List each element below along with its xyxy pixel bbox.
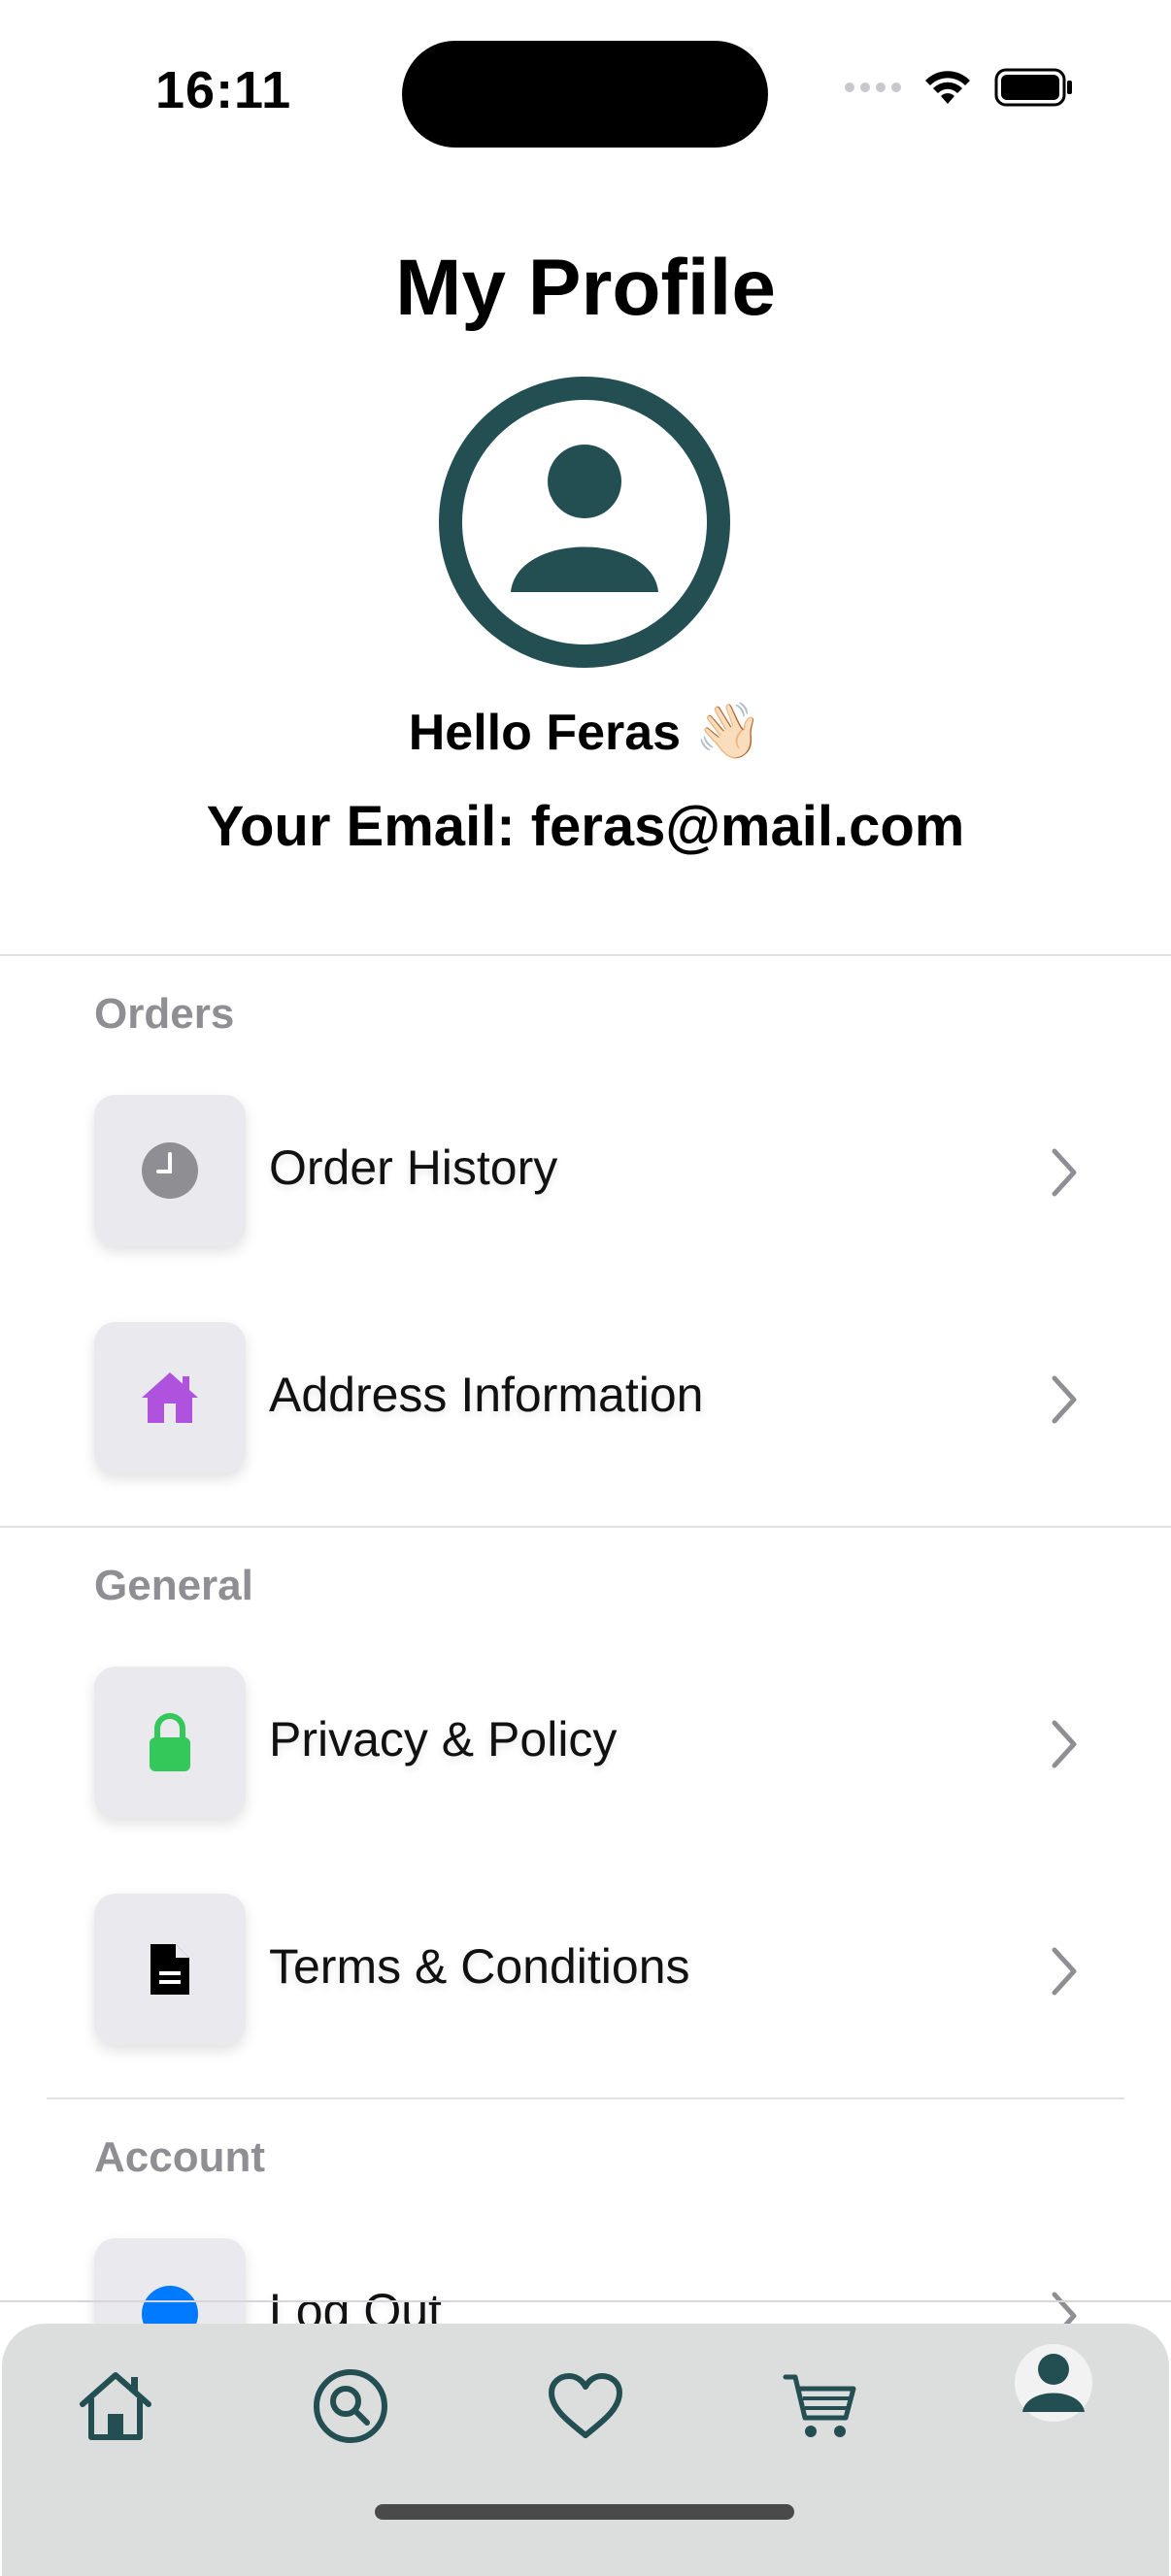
heart-icon: [549, 2373, 622, 2438]
terms-conditions-row[interactable]: Terms & Conditions: [0, 1894, 1171, 2049]
chevron-right-icon: [1052, 1375, 1077, 1424]
tab-search[interactable]: [297, 2353, 404, 2460]
tab-profile[interactable]: [1000, 2329, 1107, 2436]
cellular-signal-icon: [845, 83, 901, 92]
tab-bar-divider: [0, 2300, 1171, 2302]
section-divider: [47, 2097, 1124, 2099]
privacy-policy-tile: [94, 1667, 246, 1818]
person-circle-icon[interactable]: [439, 377, 730, 668]
clock-icon: [142, 1142, 198, 1199]
order-history-row[interactable]: Order History: [0, 1095, 1171, 1250]
status-icons: [845, 68, 1074, 107]
section-title-orders: Orders: [94, 990, 235, 1038]
section-title-general: General: [94, 1562, 253, 1609]
address-information-tile: [94, 1322, 246, 1473]
waving-hand-emoji: 👋🏻: [694, 700, 763, 761]
search-icon: [314, 2369, 387, 2443]
tab-favorites[interactable]: [532, 2353, 639, 2460]
privacy-policy-row[interactable]: Privacy & Policy: [0, 1667, 1171, 1822]
chevron-right-icon: [1052, 1720, 1077, 1768]
home-icon: [80, 2372, 151, 2440]
greeting-text: Hello Feras: [408, 705, 682, 761]
tab-home[interactable]: [62, 2353, 169, 2460]
battery-icon: [994, 68, 1072, 107]
privacy-policy-label: Privacy & Policy: [269, 1712, 618, 1767]
tab-cart[interactable]: [767, 2353, 874, 2460]
chevron-right-icon: [1052, 1148, 1077, 1197]
dynamic-island: [402, 41, 768, 148]
greeting: Hello Feras 👋🏻: [0, 699, 1171, 763]
page-title: My Profile: [395, 244, 776, 332]
document-icon: [151, 1944, 189, 1995]
profile-icon: [1015, 2344, 1092, 2422]
address-information-label: Address Information: [269, 1368, 704, 1422]
status-time: 16:11: [155, 61, 292, 119]
email-line: Your Email: feras@mail.com: [206, 795, 965, 858]
address-information-row[interactable]: Address Information: [0, 1322, 1171, 1477]
section-divider: [0, 1526, 1171, 1528]
terms-conditions-tile: [94, 1894, 246, 2045]
section-divider: [0, 954, 1171, 956]
order-history-tile: [94, 1095, 246, 1246]
terms-conditions-label: Terms & Conditions: [269, 1939, 690, 1994]
cart-icon: [783, 2374, 856, 2437]
chevron-right-icon: [1052, 1947, 1077, 1996]
house-icon: [142, 1372, 198, 1423]
order-history-label: Order History: [269, 1140, 558, 1195]
wifi-icon: [925, 71, 970, 104]
home-indicator: [375, 2504, 794, 2520]
lock-icon: [150, 1713, 190, 1771]
section-title-account: Account: [94, 2133, 265, 2181]
